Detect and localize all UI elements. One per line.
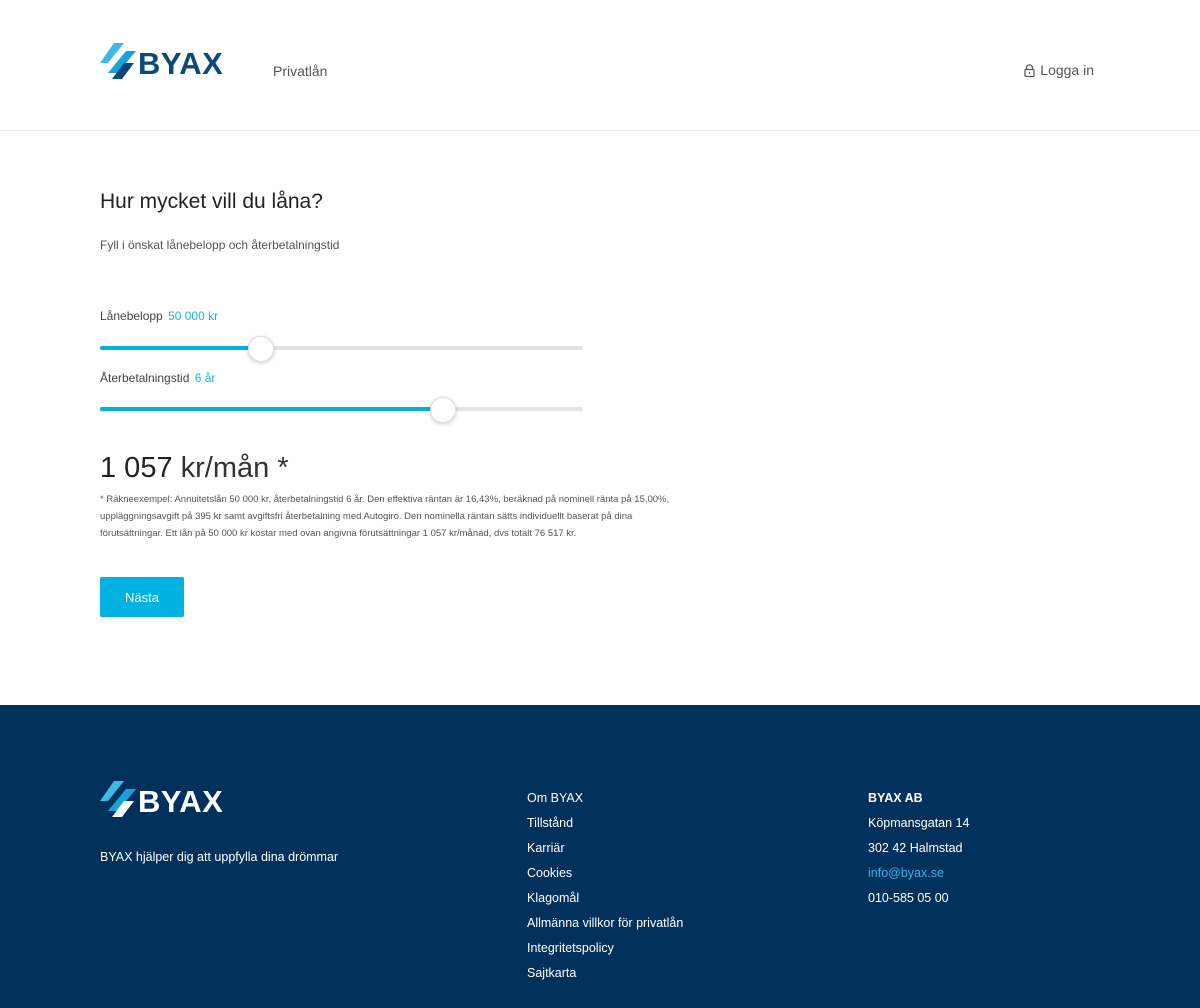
amount-slider-handle[interactable] [248,336,274,362]
next-button[interactable]: Nästa [100,577,184,617]
byax-logo-mark-icon [100,781,136,817]
logo-wordmark: BYAX [138,45,224,81]
term-slider-handle[interactable] [430,397,456,423]
contact-city: 302 42 Halmstad [868,841,963,855]
monthly-cost-unit: kr/mån * [180,452,289,484]
footer-link-klagomal[interactable]: Klagomål [527,891,579,905]
login-link[interactable]: Logga in [1024,62,1094,78]
contact-phone: 010-585 05 00 [868,891,949,905]
amount-label: Lånebelopp 50 000 kr [100,309,218,323]
contact-company: BYAX AB [868,791,923,805]
lock-icon [1024,63,1035,77]
monthly-cost: 1 057 kr/mån * [100,452,289,485]
amount-label-text: Lånebelopp [100,309,163,323]
amount-slider-fill [100,346,261,350]
term-label-text: Återbetalningstid [100,371,190,385]
nav-privatlan[interactable]: Privatlån [273,63,327,79]
footer-link-sajtkarta[interactable]: Sajtkarta [527,966,576,980]
monthly-cost-value: 1 057 [100,452,173,484]
footer-tagline: BYAX hjälper dig att uppfylla dina drömm… [100,850,339,864]
site-header: BYAX Privatlån Logga in [0,0,1200,131]
site-footer: BYAX BYAX hjälper dig att uppfylla dina … [0,705,1200,1008]
byax-logo-mark-icon [100,43,136,79]
footer-links: Om BYAX Tillstånd Karriär Cookies Klagom… [527,791,683,991]
term-value: 6 år [194,371,216,385]
page-title: Hur mycket vill du låna? [100,190,323,213]
footer-link-allmanna-villkor[interactable]: Allmänna villkor för privatlån [527,916,683,930]
footer-link-karriar[interactable]: Karriär [527,841,565,855]
footer-link-cookies[interactable]: Cookies [527,866,572,880]
amount-value: 50 000 kr [168,309,219,323]
term-slider-fill [100,407,443,411]
header-logo[interactable]: BYAX [100,43,223,83]
page-subtitle: Fyll i önskat lånebelopp och återbetalni… [100,238,340,252]
login-label: Logga in [1040,62,1094,78]
contact-email-link[interactable]: info@byax.se [868,866,944,880]
term-label: Återbetalningstid 6 år [100,371,215,385]
footer-link-tillstand[interactable]: Tillstånd [527,816,573,830]
calculation-disclaimer: * Räkneexempel: Annuitetslån 50 000 kr, … [100,494,670,539]
amount-slider[interactable] [100,336,583,362]
footer-logo[interactable]: BYAX [100,781,223,821]
term-slider[interactable] [100,397,583,423]
footer-link-om-byax[interactable]: Om BYAX [527,791,583,805]
footer-link-integritetspolicy[interactable]: Integritetspolicy [527,941,614,955]
contact-street: Köpmansgatan 14 [868,816,970,830]
footer-contact: BYAX AB Köpmansgatan 14 302 42 Halmstad … [868,791,969,916]
footer-logo-wordmark: BYAX [138,783,224,819]
